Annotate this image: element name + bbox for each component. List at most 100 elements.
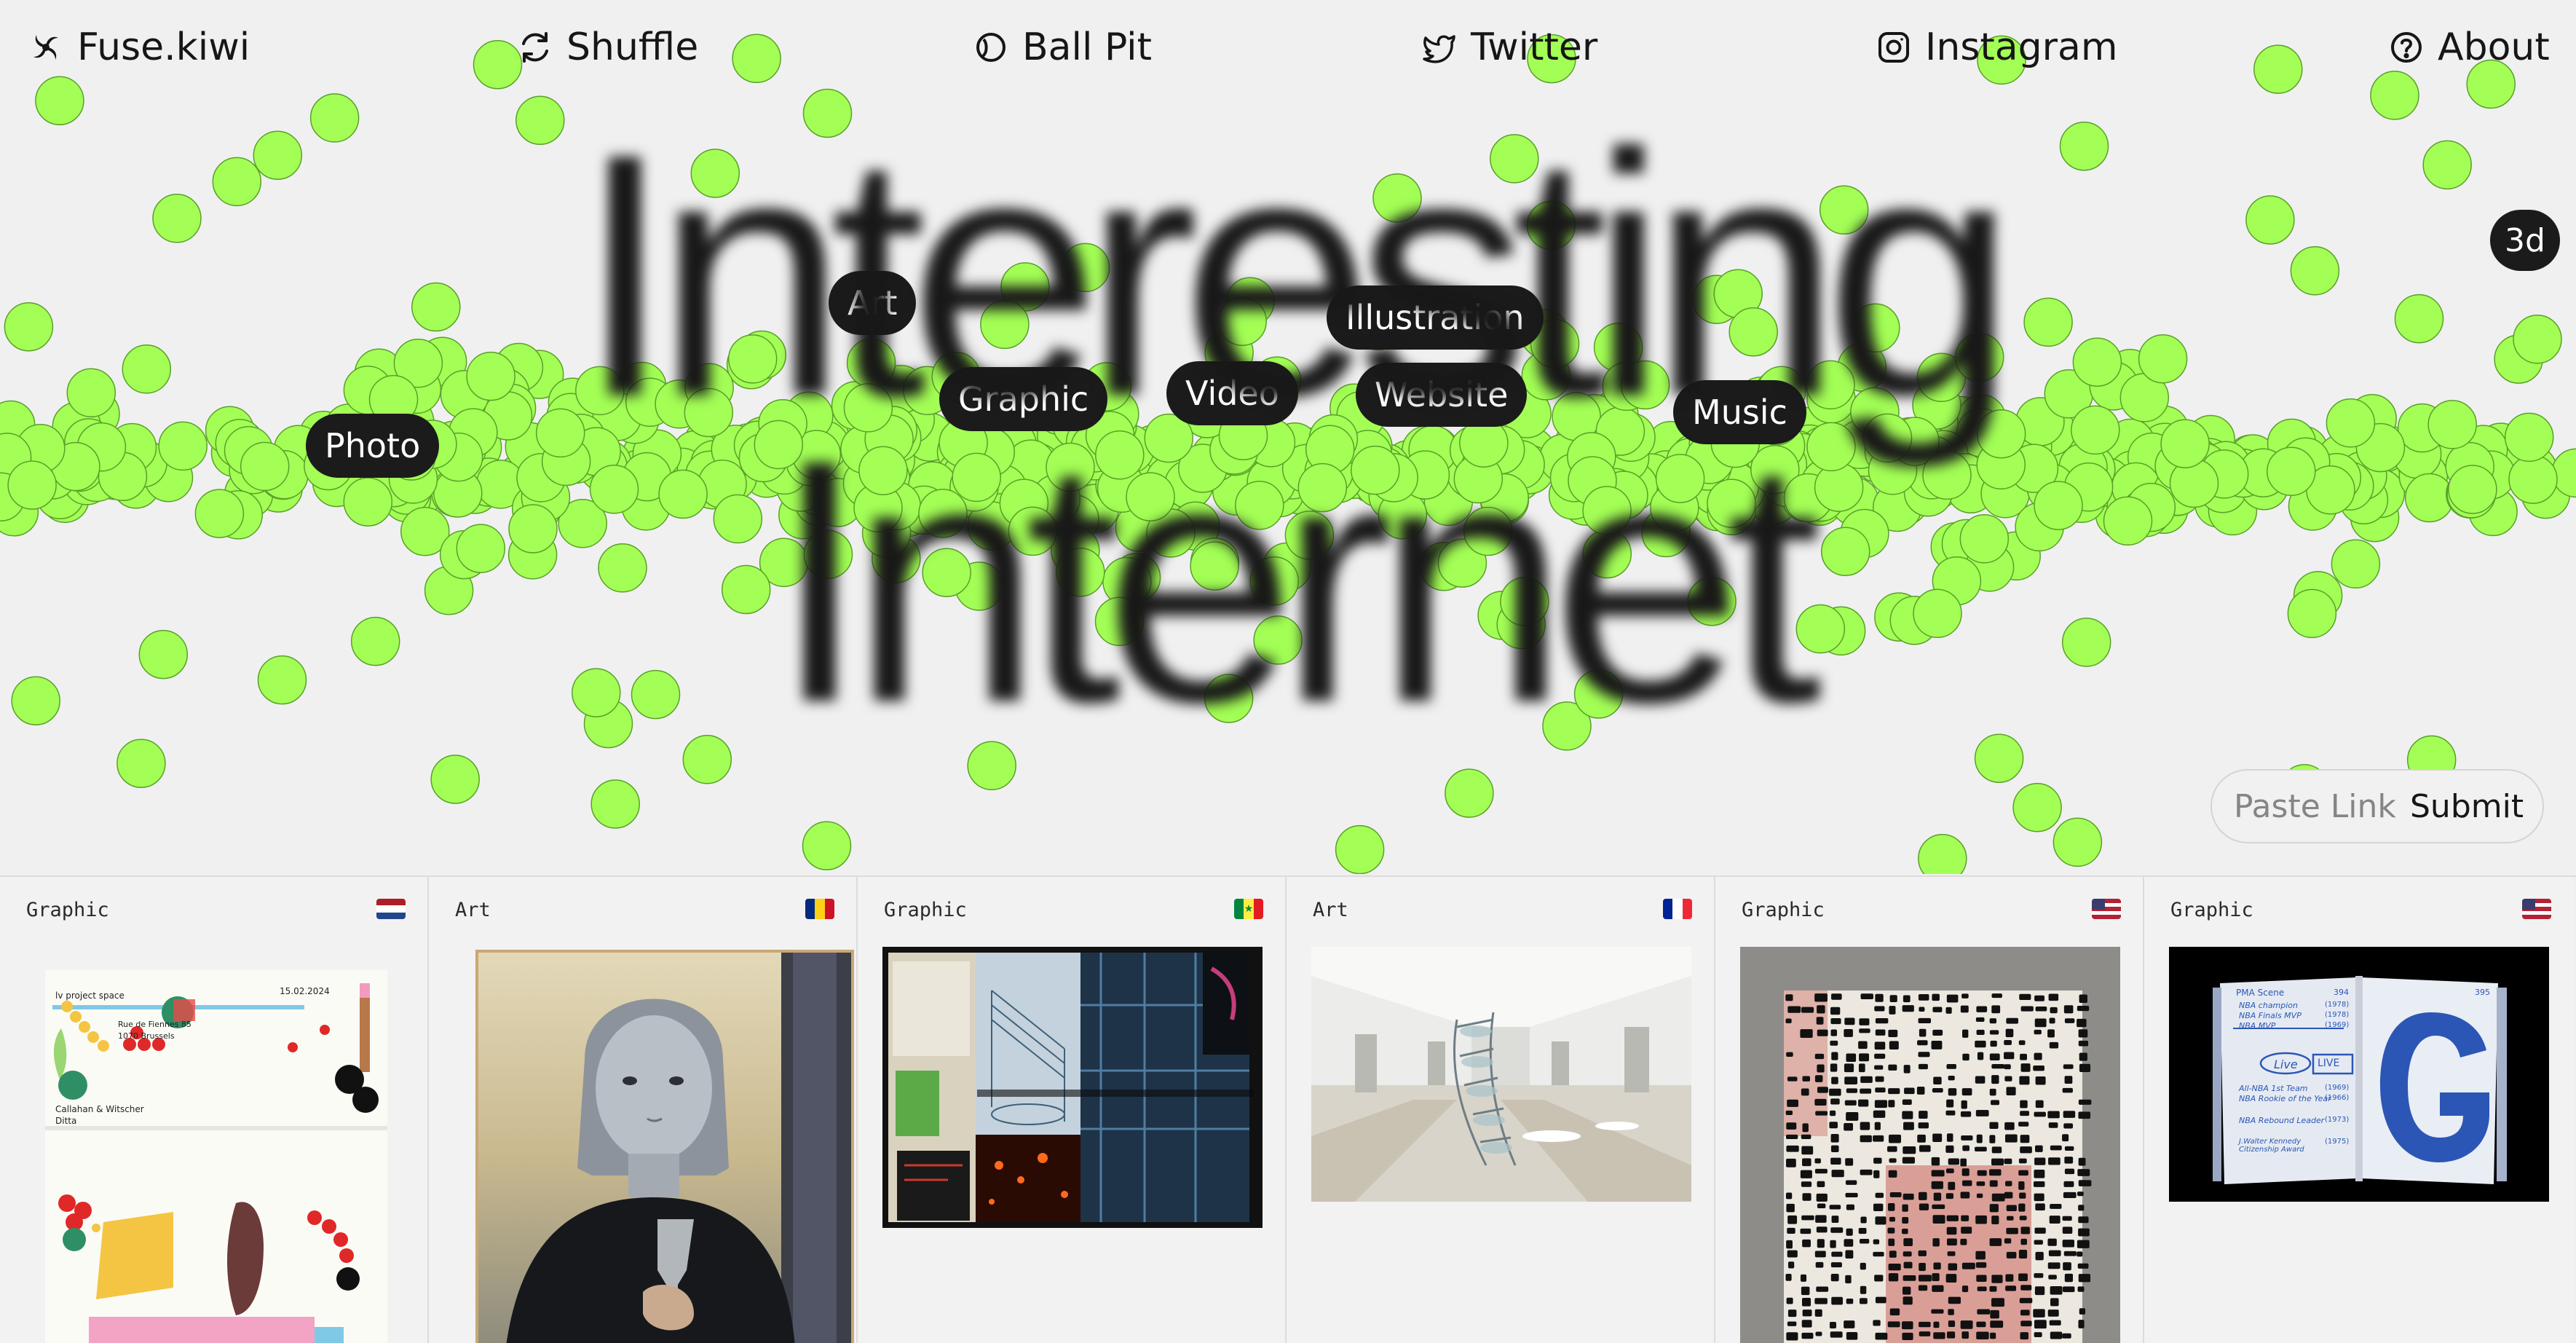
ball[interactable] (515, 95, 565, 145)
ball[interactable] (466, 351, 515, 401)
ball[interactable] (1046, 442, 1095, 492)
card-image[interactable] (475, 950, 854, 1343)
ball[interactable] (2448, 465, 2497, 514)
ball[interactable] (2138, 334, 2188, 384)
ball[interactable] (727, 334, 778, 384)
ball[interactable] (2504, 412, 2554, 462)
ball[interactable] (257, 655, 307, 705)
tag-video[interactable]: Video (1166, 361, 1298, 425)
nav-twitter[interactable]: Twitter (1421, 20, 1597, 74)
ball[interactable] (1284, 511, 1335, 560)
ball[interactable] (309, 93, 360, 143)
ball[interactable] (1351, 445, 1400, 495)
tag-website[interactable]: Website (1356, 363, 1528, 427)
ball[interactable] (253, 130, 303, 180)
ball[interactable] (721, 564, 771, 615)
ball[interactable] (212, 157, 262, 207)
ball[interactable] (1687, 576, 1737, 626)
ball[interactable] (411, 282, 461, 332)
ball[interactable] (2267, 446, 2316, 497)
ball[interactable] (1008, 506, 1058, 556)
ball[interactable] (1204, 674, 1254, 723)
ball[interactable] (2071, 405, 2120, 455)
content-card[interactable]: Graphic ★ (858, 877, 1287, 1343)
ball[interactable] (1490, 134, 1539, 184)
ball[interactable] (803, 529, 853, 580)
nav-ball-pit[interactable]: Ball Pit (973, 20, 1152, 74)
nav-instagram[interactable]: Instagram (1876, 20, 2118, 74)
ball[interactable] (2012, 782, 2062, 832)
ball[interactable] (1851, 303, 1900, 353)
ball[interactable] (590, 779, 640, 829)
ball[interactable] (1974, 733, 2024, 783)
ball[interactable] (1954, 332, 2004, 382)
ball[interactable] (456, 524, 506, 573)
ball[interactable] (754, 420, 804, 470)
ball[interactable] (1922, 450, 1972, 500)
ball[interactable] (2023, 297, 2073, 347)
ball[interactable] (802, 821, 852, 870)
ball[interactable] (922, 548, 971, 597)
ball[interactable] (1814, 462, 1864, 512)
ball[interactable] (122, 344, 172, 394)
card-image[interactable] (882, 947, 1263, 1228)
ball[interactable] (598, 543, 647, 593)
card-image[interactable] (1740, 947, 2120, 1343)
submit-button[interactable]: Submit (2410, 788, 2524, 825)
ball[interactable] (7, 460, 57, 510)
ball[interactable] (1913, 588, 1962, 639)
ball[interactable] (802, 88, 853, 138)
ball[interactable] (1060, 243, 1110, 293)
ball[interactable] (1820, 527, 1870, 576)
content-card[interactable]: Art (1287, 877, 1715, 1343)
ball[interactable] (2160, 419, 2210, 468)
ball[interactable] (1126, 472, 1175, 521)
ball[interactable] (1095, 430, 1145, 480)
ball[interactable] (1372, 173, 1422, 223)
card-image[interactable]: 15.02.2024 lv project space Rue de Fienn… (45, 970, 387, 1343)
card-image[interactable] (1311, 947, 1691, 1202)
nav-about[interactable]: About (2388, 20, 2550, 74)
ball[interactable] (1463, 506, 1513, 556)
ball[interactable] (1806, 422, 1856, 472)
ball[interactable] (1526, 200, 1576, 251)
ball[interactable] (1655, 454, 1705, 503)
paste-link-input[interactable] (2232, 787, 2410, 826)
ball[interactable] (2513, 315, 2562, 364)
ball[interactable] (631, 669, 681, 720)
ball[interactable] (1918, 834, 1967, 874)
ball[interactable] (575, 366, 625, 416)
ball[interactable] (846, 338, 896, 388)
ball[interactable] (1728, 307, 1778, 357)
ball[interactable] (1707, 478, 1756, 528)
ball[interactable] (2508, 454, 2558, 504)
ball[interactable] (1056, 548, 1105, 597)
ball[interactable] (682, 735, 732, 784)
ball[interactable] (1573, 669, 1624, 719)
ball[interactable] (952, 452, 1001, 503)
ball[interactable] (2326, 398, 2376, 448)
ball[interactable] (1297, 462, 1348, 513)
ball[interactable] (658, 469, 708, 519)
ball[interactable] (2245, 195, 2295, 245)
ball[interactable] (1806, 360, 1855, 410)
ball[interactable] (2290, 246, 2340, 296)
ball[interactable] (1500, 577, 1549, 626)
ball[interactable] (4, 302, 54, 352)
ball-pit-hero[interactable]: Photo Art Graphic Video Website Illustra… (0, 0, 2576, 874)
ball[interactable] (2287, 588, 2337, 639)
ball[interactable] (2422, 140, 2472, 190)
content-card[interactable]: Graphic PMA Scene 394 395 NBA champion N… (2144, 877, 2573, 1343)
ball[interactable] (2034, 481, 2083, 530)
ball[interactable] (1253, 615, 1303, 665)
ball[interactable] (152, 194, 202, 243)
ball[interactable] (194, 489, 245, 538)
ball[interactable] (11, 676, 60, 725)
content-card[interactable]: Graphic (0, 877, 429, 1343)
ball[interactable] (1795, 604, 1846, 654)
ball[interactable] (858, 446, 908, 495)
ball[interactable] (589, 465, 639, 514)
content-card[interactable]: Graphic (1715, 877, 2144, 1343)
ball[interactable] (1976, 409, 2026, 459)
ball[interactable] (2394, 294, 2444, 344)
